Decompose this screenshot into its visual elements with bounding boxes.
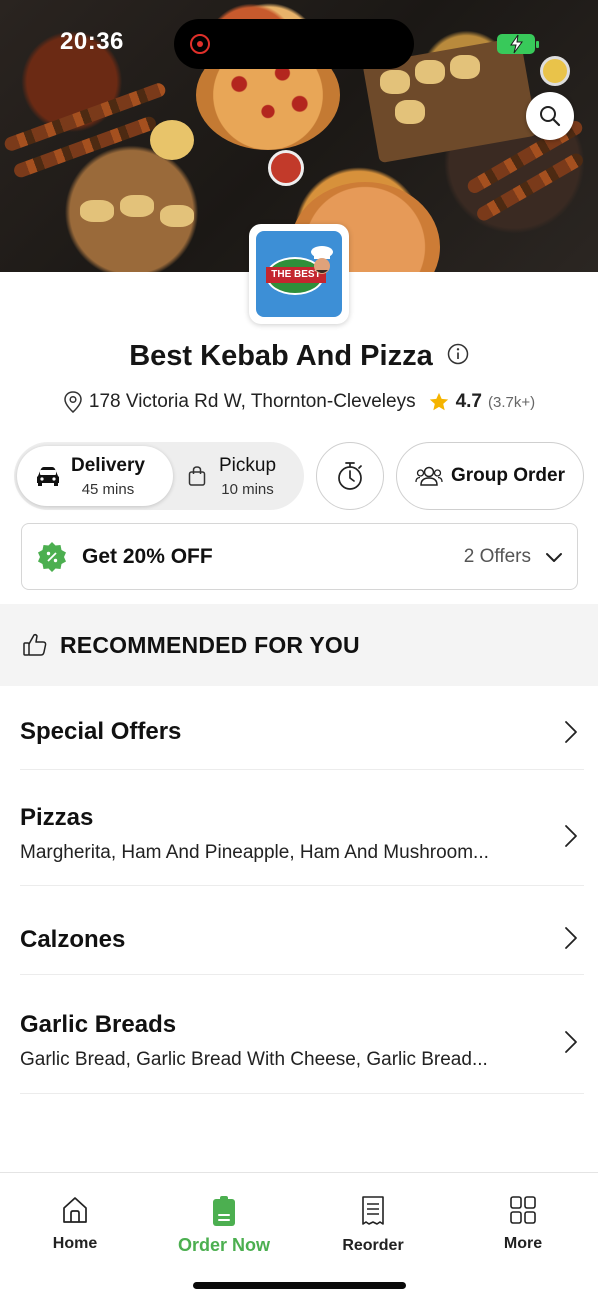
category-description: Garlic Bread, Garlic Bread With Cheese, … [20, 1049, 488, 1070]
category-title: Pizzas [20, 804, 94, 831]
delivery-option[interactable]: Delivery 45 mins [17, 446, 173, 506]
nav-order-now-label: Order Now [177, 1235, 270, 1255]
charging-bolt-icon [510, 34, 523, 54]
offers-dropdown[interactable]: Get 20% OFF 2 Offers [21, 523, 578, 590]
chevron-right-icon [565, 825, 577, 847]
nav-reorder-label: Reorder [342, 1237, 404, 1254]
hero-bread-image [395, 100, 425, 124]
status-time: 20:36 [60, 28, 124, 55]
chevron-down-icon [546, 552, 562, 562]
nav-more[interactable]: More [448, 1195, 598, 1253]
info-icon[interactable] [447, 343, 469, 365]
nav-order-now[interactable]: Order Now [149, 1195, 299, 1256]
group-order-button[interactable]: Group Order [396, 442, 584, 510]
category-special-offers[interactable]: Special Offers [20, 718, 584, 770]
battery-icon [497, 34, 539, 54]
car-icon [37, 467, 59, 486]
group-order-label: Group Order [450, 465, 565, 486]
category-pizzas[interactable]: Pizzas Margherita, Ham And Pineapple, Ha… [20, 804, 584, 886]
search-icon [540, 106, 561, 127]
stopwatch-icon [338, 462, 362, 490]
dynamic-island [174, 19, 414, 69]
hero-sauce-image [150, 120, 194, 160]
recommended-title: RECOMMENDED FOR YOU [60, 631, 360, 658]
chevron-right-icon [565, 721, 577, 743]
category-title: Garlic Breads [20, 1011, 177, 1038]
pickup-time: 10 mins [221, 480, 274, 498]
store-rating: 4.7 [455, 391, 482, 412]
hero-sauce-image [268, 150, 304, 186]
rating-count: (3.7k+) [488, 393, 536, 411]
hero-bread-image [120, 195, 154, 217]
group-users-icon [415, 466, 443, 486]
chevron-right-icon [565, 927, 577, 949]
hero-bread-image [160, 205, 194, 227]
category-description: Margherita, Ham And Pineapple, Ham And M… [20, 842, 489, 863]
order-icon [213, 1196, 235, 1226]
shopping-bag-icon [188, 466, 206, 486]
receipt-icon [362, 1196, 384, 1225]
nav-home-label: Home [52, 1235, 98, 1252]
category-calzones[interactable]: Calzones [20, 926, 584, 975]
nav-reorder[interactable]: Reorder [298, 1195, 448, 1255]
address-row: 178 Victoria Rd W, Thornton-Cleveleys 4.… [0, 391, 598, 413]
bottom-navigation: Home Order Now Reorder More [0, 1172, 598, 1300]
discount-badge-icon [38, 541, 66, 572]
category-title: Special Offers [20, 718, 182, 745]
hero-sauce-image [540, 56, 570, 86]
category-title: Calzones [20, 926, 126, 953]
hero-bread-image [450, 55, 480, 79]
pickup-option[interactable]: Pickup 10 mins [179, 446, 299, 506]
fulfilment-toggle: Delivery 45 mins Pickup 10 mins [14, 442, 304, 510]
category-garlic-breads[interactable]: Garlic Breads Garlic Bread, Garlic Bread… [20, 1011, 584, 1094]
offer-title: Get 20% OFF [82, 544, 213, 568]
thumbs-up-icon [23, 633, 47, 656]
store-name-text: Best Kebab And Pizza [129, 340, 433, 372]
pickup-label: Pickup [219, 454, 277, 476]
star-icon [429, 392, 448, 411]
chef-icon [311, 246, 333, 274]
location-pin-icon [64, 391, 82, 413]
nav-home[interactable]: Home [0, 1195, 150, 1253]
nav-more-label: More [503, 1235, 543, 1252]
grid-icon [510, 1196, 536, 1224]
search-button[interactable] [526, 92, 574, 140]
recommended-header: RECOMMENDED FOR YOU [0, 604, 598, 686]
home-indicator [193, 1282, 406, 1289]
recording-icon [190, 34, 210, 54]
delivery-time: 45 mins [81, 480, 135, 498]
store-logo: THE BEST [249, 224, 349, 324]
hero-bread-image [415, 60, 445, 84]
hero-bread-image [80, 200, 114, 222]
schedule-button[interactable] [316, 442, 384, 510]
delivery-label: Delivery [71, 454, 145, 476]
hero-bread-image [380, 70, 410, 94]
store-address: 178 Victoria Rd W, Thornton-Cleveleys [88, 391, 416, 412]
offer-count: 2 Offers [463, 545, 531, 567]
home-icon [63, 1197, 87, 1223]
store-name: Best Kebab And Pizza [0, 340, 598, 373]
chevron-right-icon [565, 1031, 577, 1053]
